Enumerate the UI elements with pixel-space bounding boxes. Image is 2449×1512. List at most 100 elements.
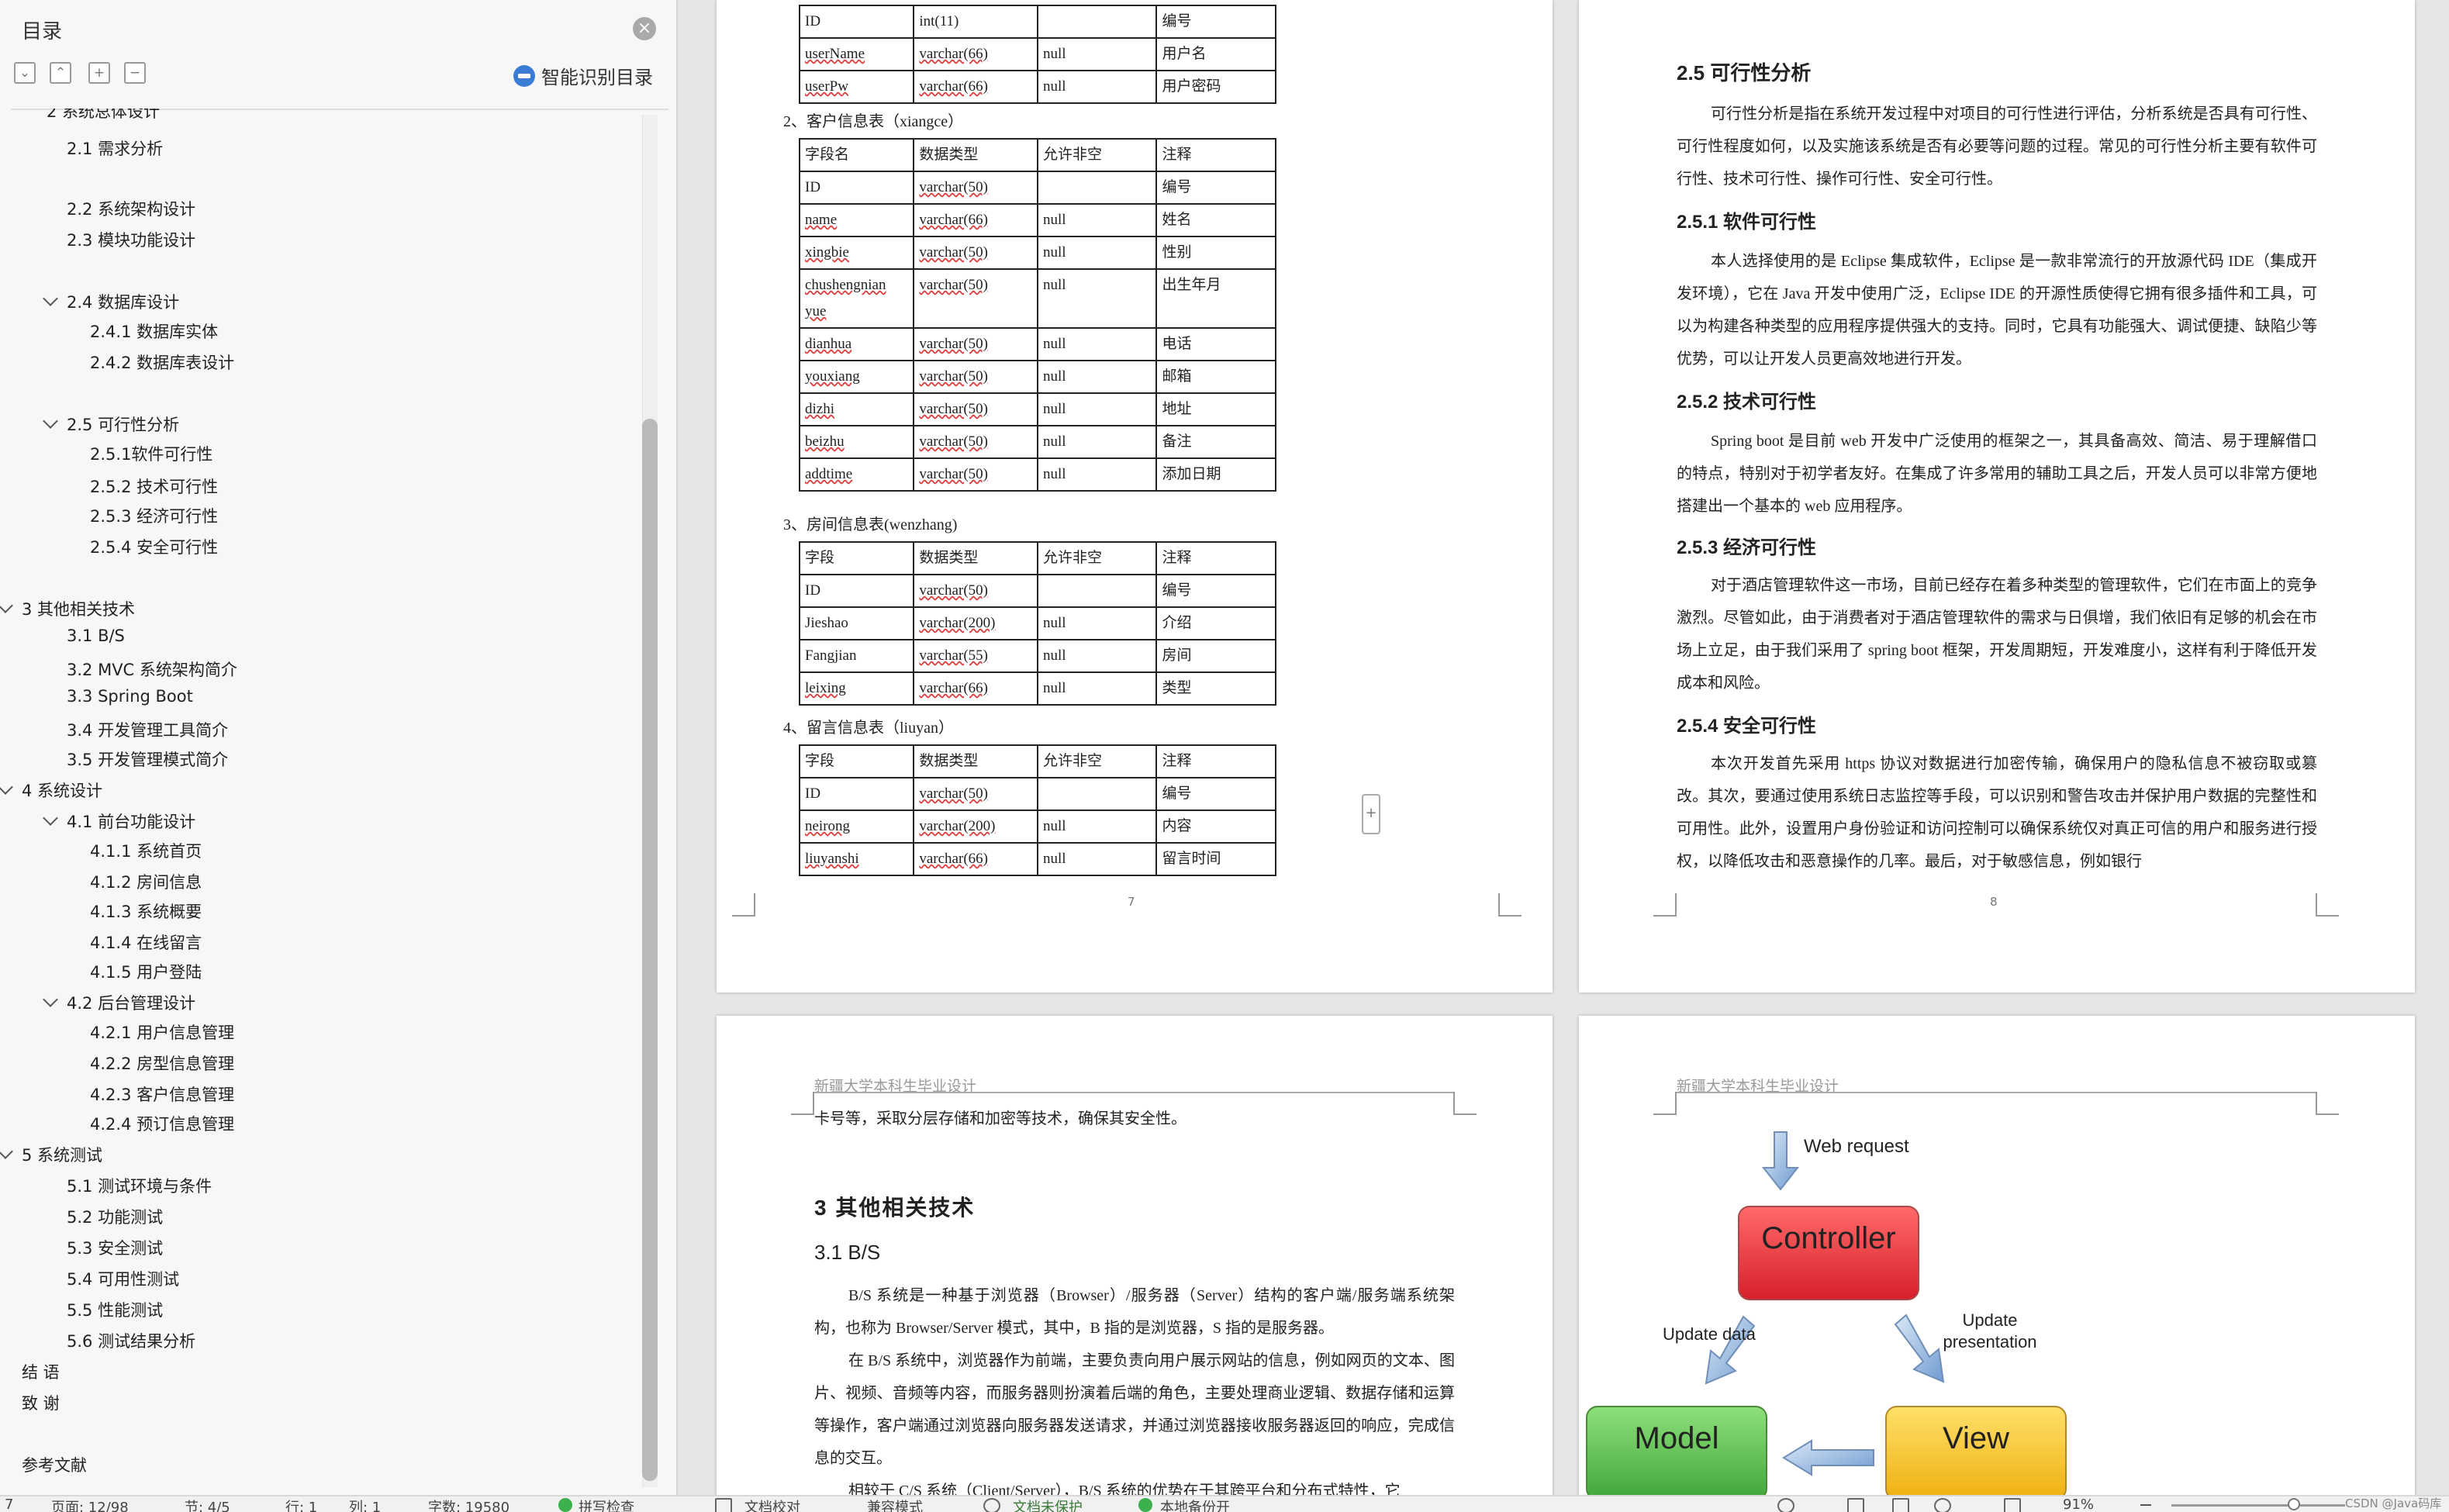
toc-item[interactable]: 5.5 性能测试 bbox=[67, 1298, 163, 1321]
table-cell[interactable]: null bbox=[1036, 810, 1158, 844]
table-cell[interactable]: varchar(50) bbox=[913, 777, 1038, 811]
toc-item[interactable]: 4 系统设计 bbox=[0, 778, 102, 802]
toc-item[interactable]: 2.5.3 经济可行性 bbox=[90, 504, 218, 527]
table-cell[interactable]: 用户名 bbox=[1155, 37, 1276, 71]
web-view-icon[interactable] bbox=[1934, 1498, 1951, 1512]
toc-item[interactable]: 5.3 安全测试 bbox=[67, 1236, 163, 1259]
table-cell[interactable]: xingbie bbox=[798, 236, 915, 270]
toc-item[interactable]: 4.2.3 客户信息管理 bbox=[90, 1082, 234, 1106]
table-cell[interactable]: 性别 bbox=[1155, 236, 1276, 270]
add-heading-icon[interactable]: + bbox=[88, 62, 110, 84]
table-cell[interactable]: 字段 bbox=[798, 541, 915, 575]
chevron-down-icon[interactable] bbox=[43, 992, 58, 1007]
collapse-all-icon[interactable]: ⌃ bbox=[50, 62, 71, 84]
page-8[interactable]: 2.5 可行性分析 可行性分析是指在系统开发过程中对项目的可行性进行评估，分析系… bbox=[1579, 0, 2415, 992]
table-cell[interactable]: 类型 bbox=[1155, 671, 1276, 706]
toc-item[interactable]: 结 语 bbox=[22, 1360, 60, 1383]
toc-item[interactable]: 2.5.2 技术可行性 bbox=[90, 475, 218, 498]
toc-item[interactable]: 4.1.5 用户登陆 bbox=[90, 960, 202, 983]
toc-item[interactable]: 参考文献 bbox=[22, 1453, 87, 1476]
toc-item[interactable]: 5.1 测试环境与条件 bbox=[67, 1174, 212, 1197]
table-cell[interactable]: 房间 bbox=[1155, 639, 1276, 673]
table-cell[interactable]: 备注 bbox=[1155, 425, 1276, 459]
table-cell[interactable]: name bbox=[798, 203, 915, 237]
table-cell[interactable]: null bbox=[1036, 327, 1158, 361]
table-cell[interactable]: null bbox=[1036, 639, 1158, 673]
chevron-down-icon[interactable] bbox=[43, 291, 58, 306]
table-cell[interactable]: 编号 bbox=[1155, 5, 1276, 39]
page-9[interactable]: 新疆大学本科生毕业设计 卡号等，采取分层存储和加密等技术，确保其安全性。 3 其… bbox=[717, 1016, 1553, 1495]
table-cell[interactable]: 内容 bbox=[1155, 810, 1276, 844]
table-cell[interactable]: 地址 bbox=[1155, 392, 1276, 426]
table-cell[interactable]: beizhu bbox=[798, 425, 915, 459]
table-cell[interactable]: 允许非空 bbox=[1036, 138, 1158, 172]
table-cell[interactable]: youxiang bbox=[798, 360, 915, 394]
toc-item[interactable]: 2.4 数据库设计 bbox=[43, 290, 179, 313]
table-cell[interactable]: 字段名 bbox=[798, 138, 915, 172]
smart-toc-button[interactable]: 智能识别目录 bbox=[513, 62, 653, 89]
toc-item[interactable]: 2.4.2 数据库表设计 bbox=[90, 350, 234, 374]
add-column-icon[interactable]: + bbox=[1362, 794, 1380, 834]
table-cell[interactable]: varchar(50) bbox=[913, 171, 1038, 205]
table-cell[interactable]: varchar(50) bbox=[913, 268, 1038, 329]
table-cell[interactable]: 留言时间 bbox=[1155, 842, 1276, 876]
table-cell[interactable]: null bbox=[1036, 671, 1158, 706]
page-10[interactable]: 新疆大学本科生毕业设计 Web request Controller Updat… bbox=[1579, 1016, 2415, 1495]
spell-check-toggle[interactable]: 拼写检查 bbox=[579, 1496, 634, 1512]
table-cell[interactable] bbox=[1036, 777, 1158, 811]
toc-item[interactable]: 4.1.2 房间信息 bbox=[90, 870, 202, 893]
page-7[interactable]: ID int(11) 编号 userName varchar(66) null 用户名 use… bbox=[717, 0, 1553, 992]
page-view-icon[interactable] bbox=[1847, 1498, 1864, 1512]
table-cell[interactable]: varchar(66) bbox=[913, 842, 1038, 876]
table-cell[interactable]: ID bbox=[798, 171, 915, 205]
table-cell[interactable]: null bbox=[1036, 236, 1158, 270]
table-cell[interactable]: 电话 bbox=[1155, 327, 1276, 361]
backup-status[interactable]: 本地备份开 bbox=[1160, 1496, 1230, 1512]
status-words[interactable]: 字数: 19580 bbox=[428, 1496, 509, 1512]
table-cell[interactable]: 注释 bbox=[1155, 744, 1276, 778]
table-cell[interactable]: ID bbox=[798, 5, 915, 39]
table-cell[interactable]: userPw bbox=[798, 70, 915, 104]
toc-item[interactable]: 4.2.2 房型信息管理 bbox=[90, 1051, 234, 1075]
table-cell[interactable]: null bbox=[1036, 268, 1158, 329]
zoom-level[interactable]: 91% bbox=[2063, 1496, 2094, 1512]
outline-view-icon[interactable] bbox=[1892, 1498, 1909, 1512]
toc-item[interactable]: 2.4.1 数据库实体 bbox=[90, 319, 218, 343]
table-cell[interactable]: 介绍 bbox=[1155, 606, 1276, 640]
table-cell[interactable]: 添加日期 bbox=[1155, 457, 1276, 492]
table-cell[interactable]: 允许非空 bbox=[1036, 541, 1158, 575]
chevron-down-icon[interactable] bbox=[0, 598, 13, 613]
zoom-out-icon[interactable] bbox=[2140, 1504, 2151, 1506]
toc-item[interactable]: 2.3 模块功能设计 bbox=[67, 228, 195, 251]
table-cell[interactable]: dizhi bbox=[798, 392, 915, 426]
table-cell[interactable]: 注释 bbox=[1155, 541, 1276, 575]
table-cell[interactable]: null bbox=[1036, 457, 1158, 492]
toc-item[interactable]: 3.4 开发管理工具简介 bbox=[67, 718, 228, 741]
table-cell[interactable]: varchar(50) bbox=[913, 360, 1038, 394]
eye-protect-icon[interactable] bbox=[1777, 1498, 1794, 1512]
table-cell[interactable]: null bbox=[1036, 606, 1158, 640]
toc-item[interactable]: 2.2 系统架构设计 bbox=[67, 197, 195, 220]
table-cell[interactable]: varchar(50) bbox=[913, 327, 1038, 361]
table-cell[interactable]: null bbox=[1036, 425, 1158, 459]
table-cell[interactable]: null bbox=[1036, 842, 1158, 876]
table-cell[interactable]: varchar(66) bbox=[913, 203, 1038, 237]
toc-item[interactable]: 2.5.4 安全可行性 bbox=[90, 535, 218, 558]
toc-item[interactable]: 2.1 需求分析 bbox=[67, 136, 163, 160]
table-cell[interactable]: chushengnian yue bbox=[798, 268, 915, 329]
toc-item-partial[interactable]: 2 系统总体设计 bbox=[47, 109, 160, 123]
toc-item[interactable]: 4.1 前台功能设计 bbox=[43, 810, 195, 833]
toc-item[interactable]: 3.3 Spring Boot bbox=[67, 687, 193, 706]
table-cell[interactable]: 数据类型 bbox=[913, 138, 1038, 172]
chevron-down-icon[interactable] bbox=[0, 779, 13, 795]
table-cell[interactable]: 允许非空 bbox=[1036, 744, 1158, 778]
table-cell[interactable]: 姓名 bbox=[1155, 203, 1276, 237]
toc-item[interactable]: 5.4 可用性测试 bbox=[67, 1267, 179, 1290]
table-cell[interactable]: varchar(50) bbox=[913, 574, 1038, 608]
close-icon[interactable]: × bbox=[633, 17, 656, 40]
document-area[interactable]: ID int(11) 编号 userName varchar(66) null 用户名 use… bbox=[678, 0, 2449, 1495]
table-cell[interactable]: neirong bbox=[798, 810, 915, 844]
chevron-down-icon[interactable] bbox=[43, 413, 58, 429]
toc-item[interactable]: 4.1.3 系统概要 bbox=[90, 899, 202, 923]
table-cell[interactable]: 数据类型 bbox=[913, 541, 1038, 575]
